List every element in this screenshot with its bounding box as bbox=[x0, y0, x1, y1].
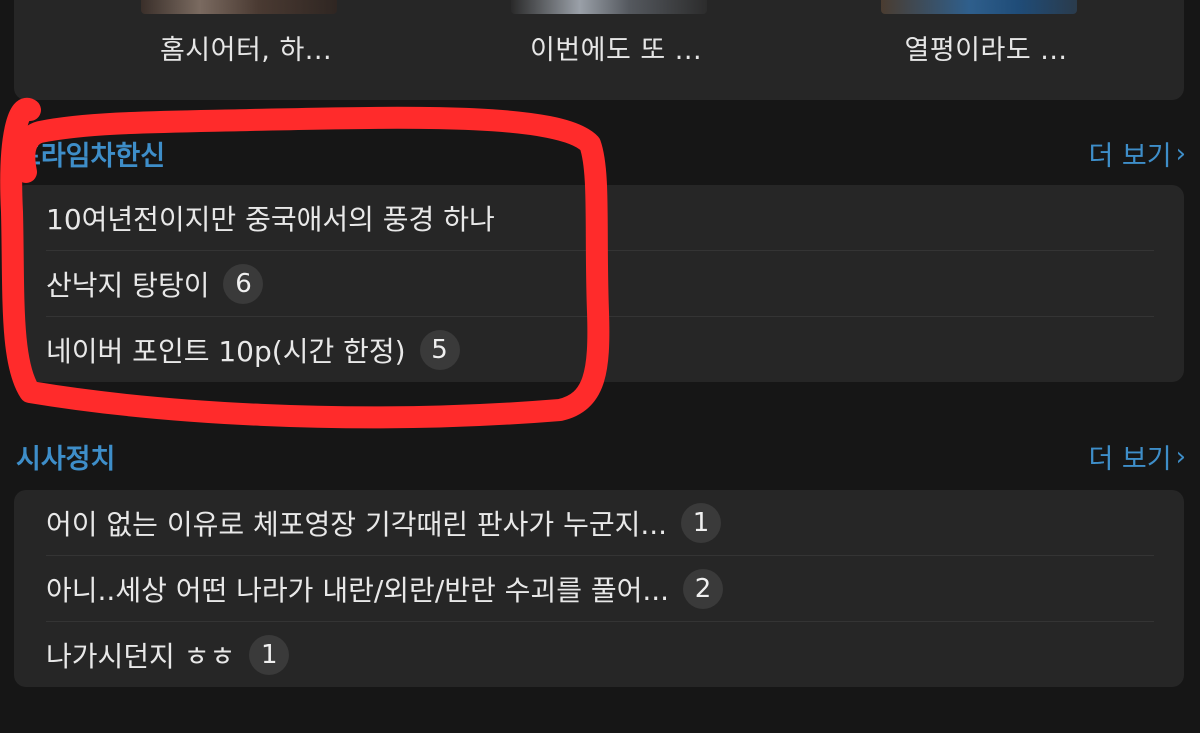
more-link-label: 더 보기 bbox=[1088, 444, 1172, 475]
post-title: 10여년전이지만 중국애서의 풍경 하나 bbox=[46, 202, 495, 236]
post-list: 어이 없는 이유로 체포영장 기각때린 판사가 누군지... 1 아니..세상 … bbox=[14, 490, 1184, 687]
list-item[interactable]: 산낙지 탕탕이 6 bbox=[46, 250, 1154, 316]
chevron-right-icon: › bbox=[1175, 441, 1186, 472]
post-title: 산낙지 탕탕이 bbox=[46, 268, 210, 302]
post-list: 10여년전이지만 중국애서의 풍경 하나 산낙지 탕탕이 6 네이버 포인트 1… bbox=[14, 185, 1184, 382]
list-item[interactable]: 아니..세상 어떤 나라가 내란/외란/반란 수괴를 풀어... 2 bbox=[46, 555, 1154, 621]
thumbnail-title[interactable]: 열평이라도 ... bbox=[836, 28, 1136, 67]
more-link[interactable]: 더 보기 › bbox=[1088, 134, 1186, 173]
section-header: 프라임차한신 더 보기 › bbox=[0, 134, 1200, 174]
list-item[interactable]: 10여년전이지만 중국애서의 풍경 하나 bbox=[46, 185, 1154, 250]
thumbnail-image[interactable] bbox=[141, 0, 337, 14]
comment-count-badge: 2 bbox=[683, 568, 724, 609]
comment-count-badge: 1 bbox=[681, 502, 722, 543]
thumbnail-card: 홈시어터, 하... 이번에도 또 ... 열평이라도 ... bbox=[14, 0, 1184, 100]
section-title[interactable]: 시사정치 bbox=[16, 437, 115, 476]
more-link[interactable]: 더 보기 › bbox=[1088, 437, 1186, 476]
post-title: 네이버 포인트 10p(시간 한정) bbox=[46, 334, 406, 368]
comment-count-badge: 1 bbox=[249, 634, 290, 675]
chevron-right-icon: › bbox=[1175, 138, 1186, 169]
thumbnail-title[interactable]: 이번에도 또 ... bbox=[466, 28, 766, 67]
more-link-label: 더 보기 bbox=[1088, 141, 1172, 172]
post-title: 나가시던지 ㅎㅎ bbox=[46, 639, 236, 673]
list-item[interactable]: 나가시던지 ㅎㅎ 1 bbox=[46, 621, 1154, 687]
section-title[interactable]: 프라임차한신 bbox=[16, 134, 165, 173]
list-item[interactable]: 네이버 포인트 10p(시간 한정) 5 bbox=[46, 316, 1154, 382]
thumbnail-image[interactable] bbox=[881, 0, 1077, 14]
comment-count-badge: 6 bbox=[223, 263, 264, 304]
section-header: 시사정치 더 보기 › bbox=[0, 437, 1200, 477]
thumbnail-title[interactable]: 홈시어터, 하... bbox=[96, 28, 396, 67]
post-title: 아니..세상 어떤 나라가 내란/외란/반란 수괴를 풀어... bbox=[46, 573, 670, 607]
list-item[interactable]: 어이 없는 이유로 체포영장 기각때린 판사가 누군지... 1 bbox=[46, 490, 1154, 555]
comment-count-badge: 5 bbox=[419, 329, 460, 370]
post-title: 어이 없는 이유로 체포영장 기각때린 판사가 누군지... bbox=[46, 507, 668, 541]
page: 홈시어터, 하... 이번에도 또 ... 열평이라도 ... 프라임차한신 더… bbox=[0, 0, 1200, 733]
thumbnail-image[interactable] bbox=[511, 0, 707, 14]
